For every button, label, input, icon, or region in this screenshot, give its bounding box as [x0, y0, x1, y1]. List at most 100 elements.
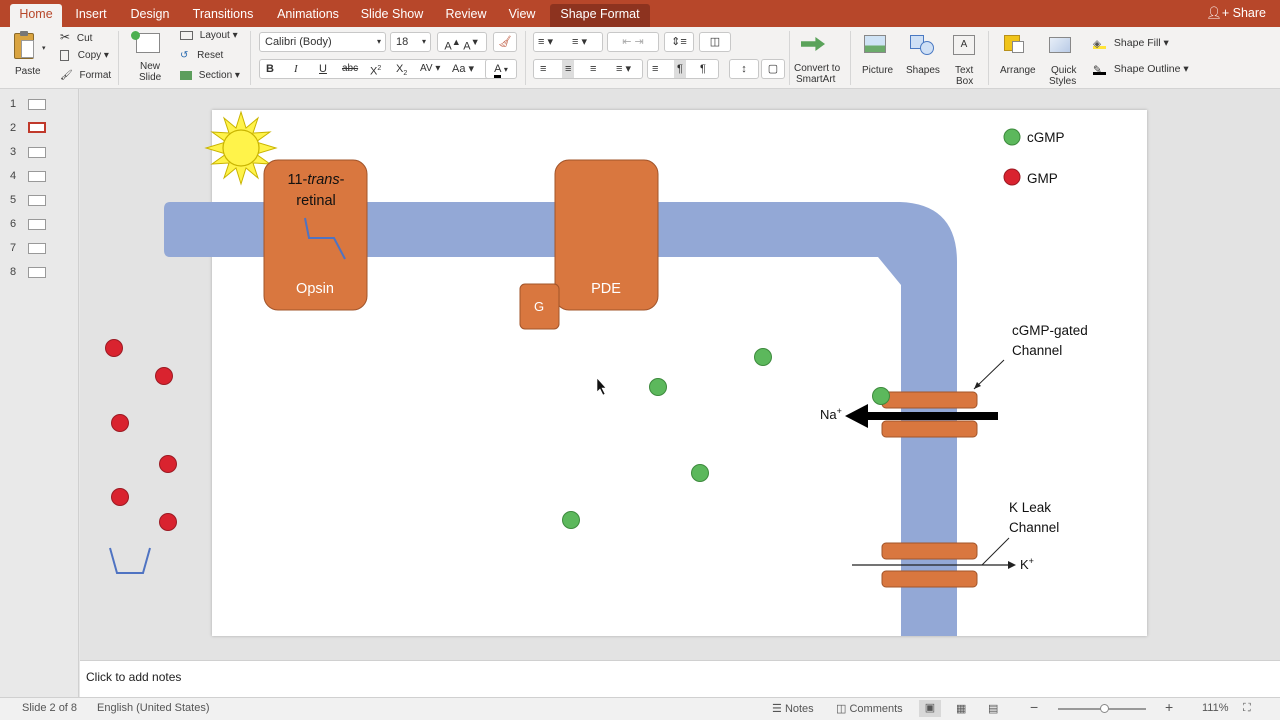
layout-button[interactable]: Layout ▾	[180, 30, 238, 41]
justify-icon[interactable]: ≡ ▾	[616, 60, 631, 78]
comment-icon: ◫	[836, 703, 847, 715]
subscript-button[interactable]: X2	[396, 60, 407, 83]
font-color-button[interactable]: A ▾	[485, 59, 517, 79]
normal-view-button[interactable]: ▣	[919, 700, 941, 717]
format-label: Format	[79, 70, 112, 81]
font-grow-shrink-buttons[interactable]: A▲ A▼	[437, 32, 487, 53]
copy-icon	[60, 50, 69, 61]
smartart-icon	[801, 37, 825, 51]
convert-label-1: Convert to	[794, 63, 841, 74]
slide-thumbnail[interactable]	[28, 195, 46, 206]
section-button[interactable]: Section ▾	[180, 70, 240, 81]
text-box-button[interactable]: A Text Box	[950, 31, 980, 87]
comments-toggle[interactable]: ◫ Comments	[836, 702, 903, 715]
slide-number: 3	[10, 146, 17, 158]
bullets-icon[interactable]: ≡ ▾	[538, 33, 553, 51]
columns-icon[interactable]: ◫	[699, 32, 731, 52]
shape-fill-button[interactable]: ◈ Shape Fill ▾	[1093, 37, 1169, 50]
tab-shape-format[interactable]: Shape Format	[550, 4, 650, 27]
shapes-button[interactable]: Shapes	[904, 31, 944, 85]
align-left-icon[interactable]: ≡	[540, 60, 546, 78]
tab-design[interactable]: Design	[124, 4, 176, 27]
fit-to-window-icon[interactable]: ⛶	[1243, 702, 1251, 715]
notes-toggle-label: Notes	[784, 703, 814, 715]
box-label: Box	[956, 76, 974, 87]
underline-button[interactable]: U	[319, 60, 327, 78]
slide-thumbnail[interactable]	[28, 171, 46, 182]
new-slide-icon	[131, 31, 160, 53]
quick-styles-icon	[1049, 37, 1071, 53]
copy-label: Copy	[77, 50, 102, 62]
ribbon: Paste ▾ ✂ Cut Copy ▾ 🖌︎ Format New Slide…	[0, 27, 1280, 89]
picture-button[interactable]: Picture	[860, 31, 900, 85]
italic-button[interactable]: I	[294, 60, 298, 78]
slide-number: 8	[10, 266, 17, 278]
tab-slide-show[interactable]: Slide Show	[356, 4, 428, 27]
align-right-icon[interactable]: ≡	[590, 60, 596, 78]
zoom-out-button[interactable]: −	[1030, 699, 1038, 715]
ribbon-separator	[789, 31, 790, 85]
reset-button[interactable]: ↺ Reset	[180, 50, 223, 61]
text-align-vertical-icon[interactable]: ↕	[729, 59, 759, 79]
paste-button[interactable]: Paste ▾	[8, 31, 48, 79]
slide-number: 5	[10, 194, 17, 206]
zoom-in-button[interactable]: +	[1165, 699, 1173, 715]
tab-insert[interactable]: Insert	[68, 4, 114, 27]
change-case-button[interactable]: Aa ▾	[452, 60, 474, 78]
slide-number: 7	[10, 242, 17, 254]
paintbrush-icon: 🖌︎	[60, 70, 73, 81]
font-family-value: Calibri (Body)	[265, 36, 332, 48]
zoom-slider-thumb[interactable]	[1100, 704, 1109, 713]
slide-thumbnail[interactable]	[28, 99, 46, 110]
tab-home[interactable]: Home	[10, 4, 62, 27]
format-painter-button[interactable]: 🖌︎ Format	[60, 70, 111, 81]
shape-outline-button[interactable]: ✎ Shape Outline ▾	[1093, 63, 1189, 76]
reading-view-button[interactable]: ▤	[988, 702, 998, 715]
clear-formatting-icon[interactable]: 🧹︎	[493, 32, 517, 52]
notes-icon: ☰	[772, 703, 782, 715]
chevron-down-icon: ▾	[421, 37, 426, 46]
align-center-icon[interactable]: ≡	[562, 60, 575, 78]
ltr-icon[interactable]: ¶	[674, 60, 686, 78]
bold-button[interactable]: B	[266, 60, 274, 78]
tab-review[interactable]: Review	[440, 4, 492, 27]
ribbon-separator	[850, 31, 851, 85]
superscript-button[interactable]: X2	[370, 60, 381, 81]
notes-placeholder[interactable]: Click to add notes	[86, 670, 181, 684]
text-box-options-icon[interactable]: ▢	[761, 59, 785, 79]
shapes-label: Shapes	[906, 65, 940, 76]
slide-thumbnail[interactable]	[28, 219, 46, 230]
line-spacing-icon[interactable]: ⇕≡	[664, 32, 694, 52]
notes-pane[interactable]: Click to add notes	[80, 660, 1280, 697]
font-size-select[interactable]: 18 ▾	[390, 32, 431, 52]
rtl-icon[interactable]: ¶	[700, 60, 706, 78]
font-family-select[interactable]: Calibri (Body) ▾	[259, 32, 386, 52]
cut-button[interactable]: ✂ Cut	[60, 30, 92, 44]
arrange-button[interactable]: Arrange	[996, 31, 1040, 85]
tab-transitions[interactable]: Transitions	[186, 4, 260, 27]
new-slide-button[interactable]: New Slide	[130, 31, 170, 85]
slide-thumbnail[interactable]	[28, 267, 46, 278]
character-spacing-button[interactable]: AV ▾	[420, 60, 440, 78]
tab-animations[interactable]: Animations	[270, 4, 346, 27]
slide[interactable]	[212, 110, 1147, 636]
numbering-icon[interactable]: ≡ ▾	[572, 33, 587, 51]
language-indicator[interactable]: English (United States)	[97, 702, 210, 714]
quick-styles-button[interactable]: Quick Styles	[1043, 31, 1085, 87]
distributed-icon[interactable]: ≡	[652, 60, 658, 78]
convert-smartart-button[interactable]: Convert to SmartArt	[792, 31, 844, 85]
chevron-down-icon[interactable]: ▾	[42, 44, 46, 52]
zoom-slider[interactable]	[1058, 704, 1146, 713]
strikethrough-button[interactable]: abc	[342, 60, 358, 78]
arrange-label: Arrange	[1000, 65, 1036, 76]
indent-buttons[interactable]: ⇤ ⇥	[607, 32, 659, 52]
zoom-level[interactable]: 111%	[1202, 702, 1229, 714]
notes-toggle[interactable]: ☰ Notes	[772, 702, 814, 715]
share-button[interactable]: 👤︎+ Share	[1206, 6, 1266, 21]
slide-thumbnail[interactable]	[28, 147, 46, 158]
slide-thumbnail[interactable]	[28, 243, 46, 254]
tab-view[interactable]: View	[502, 4, 542, 27]
slide-sorter-button[interactable]: ▦	[956, 702, 966, 715]
copy-button[interactable]: Copy ▾	[60, 50, 109, 61]
slide-thumbnail-selected[interactable]	[28, 122, 46, 133]
